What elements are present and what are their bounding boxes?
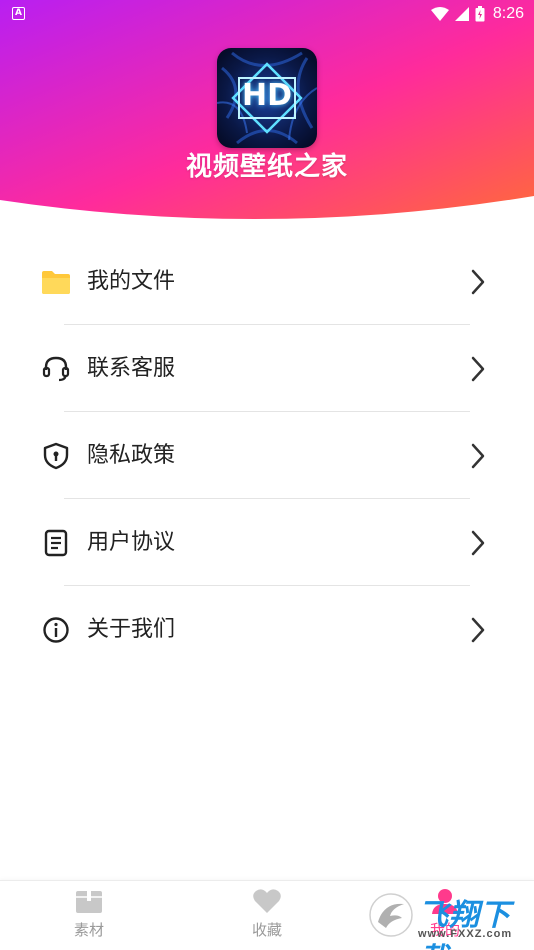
menu-item-label: 关于我们 [87, 617, 176, 642]
folder-icon [40, 266, 72, 298]
wifi-icon [430, 7, 449, 21]
status-time: 8:26 [492, 5, 524, 22]
info-icon [40, 614, 72, 646]
nav-tab-label: 收藏 [251, 921, 282, 939]
box-icon [76, 891, 102, 913]
menu-item-label: 用户协议 [87, 530, 176, 555]
watermark-url: www.FXXZ.com [418, 928, 513, 940]
menu-item-about-us[interactable]: 关于我们 [0, 586, 534, 673]
watermark-text: 飞翔下载 [418, 898, 511, 950]
nav-tab-favorites[interactable]: 收藏 [227, 887, 307, 947]
shield-icon [40, 440, 72, 472]
app-title: 视频壁纸之家 [185, 152, 348, 182]
menu-item-label: 联系客服 [87, 356, 176, 381]
chevron-right-icon [471, 269, 485, 295]
heart-icon [253, 889, 281, 913]
menu-item-privacy-policy[interactable]: 隐私政策 [0, 412, 534, 499]
notification-a-icon: A [12, 7, 25, 20]
chevron-right-icon [471, 530, 485, 556]
settings-menu: 我的文件 联系客服 隐私政策 用户协议 关于我们 [0, 238, 534, 673]
nav-tab-label: 素材 [73, 921, 104, 939]
battery-icon [475, 6, 485, 22]
chevron-right-icon [471, 356, 485, 382]
app-logo: HD [217, 48, 317, 148]
menu-item-label: 我的文件 [87, 269, 176, 294]
headset-icon [40, 353, 72, 385]
status-bar: A 8:26 [0, 0, 534, 28]
menu-item-my-files[interactable]: 我的文件 [0, 238, 534, 325]
document-icon [40, 527, 72, 559]
watermark: 飞翔下载 www.FXXZ.com [368, 890, 530, 950]
nav-tab-materials[interactable]: 素材 [49, 887, 129, 947]
watermark-logo-icon [369, 893, 413, 937]
chevron-right-icon [471, 617, 485, 643]
menu-item-contact-support[interactable]: 联系客服 [0, 325, 534, 412]
app-logo-text: HD [241, 78, 292, 113]
signal-icon [454, 7, 469, 21]
chevron-right-icon [471, 443, 485, 469]
status-right-group: 8:26 [430, 3, 524, 25]
menu-item-label: 隐私政策 [87, 443, 176, 468]
menu-item-user-agreement[interactable]: 用户协议 [0, 499, 534, 586]
profile-screen: A 8:26 HD 视频壁纸之家 我的文件 联系客服 隐私政策 用户协议 关于我… [0, 0, 534, 950]
